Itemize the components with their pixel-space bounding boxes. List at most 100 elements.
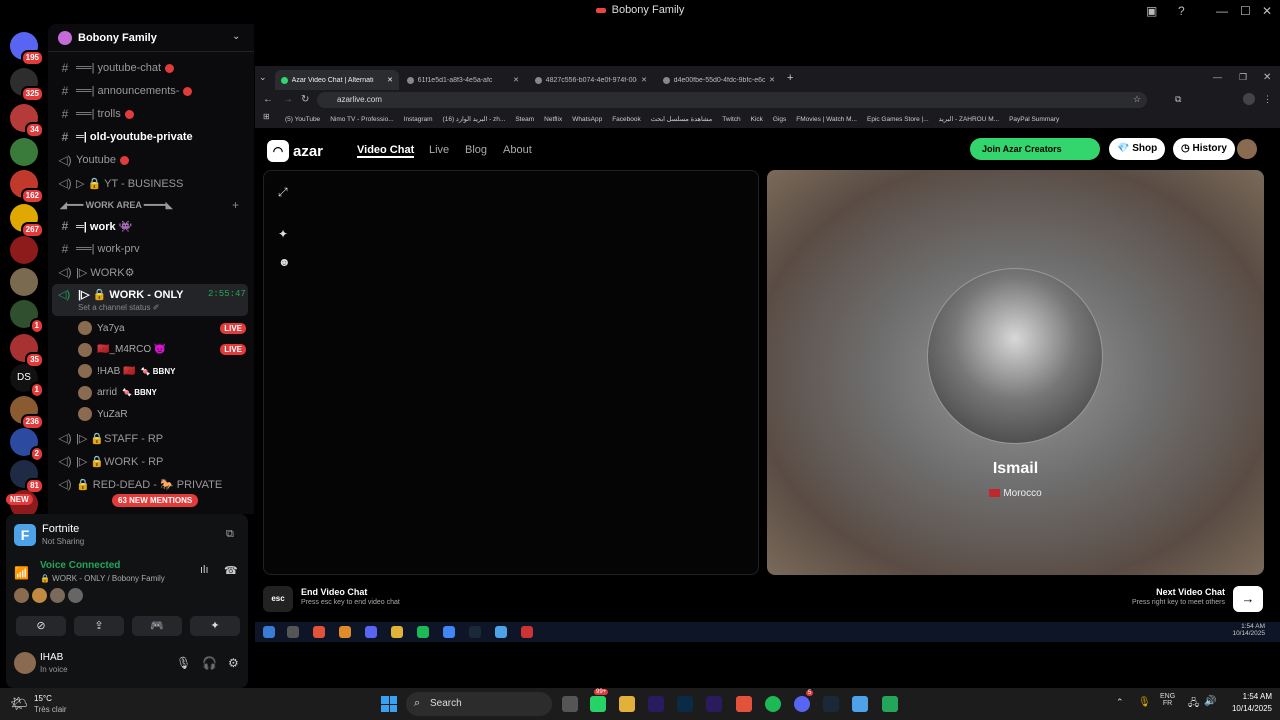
activity-card[interactable]: F Fortnite Not Sharing ⧉ [12, 520, 242, 550]
bookmark-item[interactable]: Instagram [404, 116, 433, 123]
avatar[interactable] [14, 652, 36, 674]
new-mentions-badge[interactable]: 63 NEW MENTIONS [112, 494, 199, 507]
bookmark-item[interactable]: Facebook [612, 116, 641, 123]
channel-item[interactable]: # ═| work 👾 [58, 216, 248, 236]
bookmark-item[interactable]: Netflix [544, 116, 562, 123]
server-icon[interactable]: 1 [10, 300, 44, 334]
server-icon[interactable] [10, 236, 38, 264]
voice-user[interactable]: Ya7ya LIVE [78, 318, 246, 338]
nav-video-chat[interactable]: Video Chat [357, 144, 415, 158]
avatar[interactable] [1237, 139, 1257, 159]
profile-icon[interactable] [1243, 93, 1255, 105]
voice-channel-link[interactable]: 🔒 WORK - ONLY / Bobony Family [40, 574, 165, 583]
bookmark-item[interactable]: Epic Games Store |... [867, 116, 929, 123]
azar-logo[interactable]: ◠ azar [267, 140, 323, 162]
gear-icon[interactable]: ⚙ [228, 656, 239, 670]
browser-tab[interactable]: d4e00fbe-55d0-4fdc-9bfc-e6c ✕ [657, 70, 781, 90]
microphone-icon[interactable]: 🎙 [1138, 697, 1151, 708]
noise-suppression-icon[interactable]: ılı [200, 564, 209, 576]
voice-user[interactable]: arrid 🍬 BBNY [78, 383, 246, 403]
close-icon[interactable]: ✕ [769, 76, 775, 84]
bookmark-item[interactable]: Kick [751, 116, 763, 123]
bookmark-item[interactable]: البريد - ZAHROU M... [939, 115, 999, 123]
shop-button[interactable]: 💎 Shop [1109, 138, 1166, 160]
server-icon[interactable]: DS 1 [10, 364, 44, 398]
channel-item[interactable]: ◁) |▷ 🔒STAFF - RP [58, 428, 248, 448]
channel-item[interactable]: ◁) |▷ 🔒WORK - RP [58, 451, 248, 471]
after-effects-icon[interactable] [706, 696, 722, 712]
history-button[interactable]: ◷ History [1173, 138, 1235, 160]
bookmark-star-icon[interactable]: ☆ [1133, 94, 1141, 105]
volume-icon[interactable]: 🔊 [1204, 696, 1216, 707]
bookmark-item[interactable]: (5) YouTube [285, 116, 320, 123]
language-indicator[interactable]: ENG FR [1160, 693, 1175, 707]
bookmark-item[interactable]: (16) البريد الوارد - zh... [443, 115, 506, 123]
channel-item[interactable]: # ══| youtube-chat [58, 58, 248, 78]
signal-icon[interactable]: 📶 [14, 566, 29, 580]
esc-button[interactable]: esc [263, 586, 293, 612]
category-work-area[interactable]: ◢━━━ WORK AREA ━━━━◣ [60, 200, 173, 211]
steam-icon[interactable] [469, 626, 481, 638]
server-icon[interactable]: 325 [10, 68, 44, 102]
activities-button[interactable]: 🎮 [132, 616, 182, 636]
system-clock[interactable]: 1:54 AM 10/14/2025 [1220, 692, 1272, 713]
brave-icon[interactable] [313, 626, 325, 638]
close-icon[interactable]: ✕ [641, 76, 647, 84]
close-icon[interactable]: ✕ [387, 76, 393, 84]
fortnite-icon[interactable] [852, 696, 868, 712]
windows-icon[interactable] [263, 626, 275, 638]
camera-off-button[interactable]: ⊘ [16, 616, 66, 636]
discord-icon[interactable] [794, 696, 810, 712]
nav-blog[interactable]: Blog [465, 144, 487, 156]
back-icon[interactable]: ← [263, 94, 273, 105]
filter-icon[interactable]: ☻ [278, 255, 291, 269]
channel-item[interactable]: # ══| trolls [58, 104, 248, 124]
channel-item[interactable]: ◁) 🔒 RED-DEAD - 🐎 PRIVATE [58, 474, 248, 494]
app-icon[interactable] [882, 696, 898, 712]
extensions-icon[interactable]: ⧉ [1175, 94, 1181, 105]
search-box[interactable]: ⌕ Search [406, 692, 552, 716]
sparkle-icon[interactable]: ✦ [278, 227, 288, 241]
bookmark-item[interactable]: Nimo TV - Professio... [330, 116, 393, 123]
server-icon[interactable]: 236 [10, 396, 44, 430]
voice-user[interactable]: YuZaR [78, 404, 246, 424]
close-icon[interactable]: ✕ [513, 76, 519, 84]
browser-tab[interactable]: Azar Video Chat | Alternati ✕ [275, 70, 399, 90]
server-icon[interactable]: 2 [10, 428, 44, 462]
channel-item[interactable]: # ══| announcements- [58, 81, 248, 101]
server-icon[interactable]: 195 [10, 32, 44, 66]
help-icon[interactable]: ? [1178, 4, 1185, 18]
server-icon[interactable]: 267 [10, 204, 44, 238]
browser-tab[interactable]: 4827c556-b074-4e0f-974f-00c ✕ [529, 70, 653, 90]
reload-icon[interactable]: ↻ [301, 94, 309, 105]
channel-item[interactable]: ◁) |▷ WORK⚙ [58, 262, 248, 282]
new-tab-icon[interactable]: + [787, 72, 793, 84]
bookmark-item[interactable]: PayPal Summary [1009, 116, 1059, 123]
tab-search-icon[interactable]: ⌄ [259, 72, 267, 83]
server-icon[interactable]: 34 [10, 104, 44, 138]
whatsapp-icon[interactable] [590, 696, 606, 712]
start-icon[interactable] [381, 696, 397, 712]
browser-tab[interactable]: 61f1e5d1-a8f3-4e5a-afc ✕ [401, 70, 525, 90]
search-icon[interactable] [287, 626, 299, 638]
premiere-icon[interactable] [648, 696, 664, 712]
server-icon[interactable] [10, 268, 38, 296]
maximize-button[interactable]: ☐ [1240, 4, 1251, 18]
join-creators-button[interactable]: Join Azar Creators [970, 138, 1100, 160]
server-icon[interactable]: 35 [10, 334, 44, 368]
channel-item[interactable]: ◁) Youtube [58, 150, 248, 170]
network-icon[interactable]: 🖧 [1188, 696, 1199, 713]
soundboard-button[interactable]: ✦ [190, 616, 240, 636]
nav-about[interactable]: About [503, 144, 532, 156]
vlc-icon[interactable] [339, 626, 351, 638]
next-chat-button[interactable]: → [1233, 586, 1263, 612]
folder-icon[interactable] [391, 626, 403, 638]
screen-share-button[interactable]: ⇪ [74, 616, 124, 636]
task-view-icon[interactable] [562, 696, 578, 712]
bookmark-item[interactable]: Gigs [773, 116, 786, 123]
bookmark-item[interactable]: Steam [515, 116, 534, 123]
channel-item[interactable]: # ═| old-youtube-private [58, 127, 248, 147]
channel-item[interactable]: # ══| work-prv [58, 239, 248, 259]
file-explorer-icon[interactable] [619, 696, 635, 712]
browser-menu-icon[interactable]: ⋮ [1263, 94, 1272, 105]
